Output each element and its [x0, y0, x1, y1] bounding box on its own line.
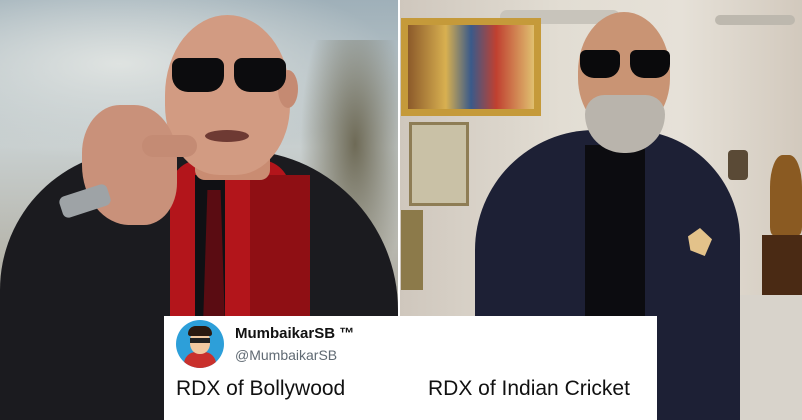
decorative-vase	[770, 155, 802, 235]
wall-frame-edge	[401, 210, 423, 290]
small-framed-picture	[409, 122, 469, 206]
sunglasses	[580, 50, 672, 80]
tweet-text-left: RDX of Bollywood	[176, 377, 346, 400]
sunglasses	[172, 58, 292, 94]
avatar[interactable]	[176, 320, 224, 368]
pinching-fingers	[142, 135, 197, 157]
tweet-card: MumbaikarSB ™ @MumbaikarSB RDX of Bollyw…	[164, 316, 657, 420]
painting	[408, 25, 534, 109]
wall-lamp	[728, 150, 748, 180]
mouth	[205, 130, 249, 142]
bed	[730, 295, 802, 420]
display-name[interactable]: MumbaikarSB ™	[235, 325, 354, 342]
ceiling-fan-2	[715, 15, 795, 25]
tweet-text-right: RDX of Indian Cricket	[428, 377, 630, 400]
user-handle[interactable]: @MumbaikarSB	[235, 347, 337, 363]
